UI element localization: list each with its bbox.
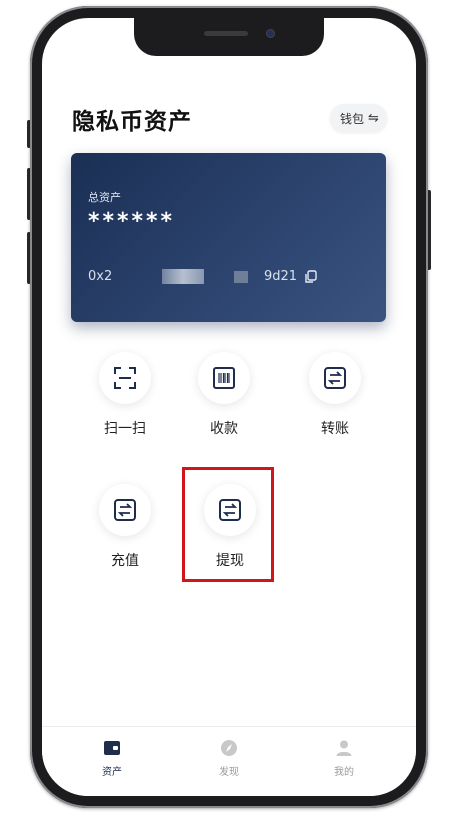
tab-discover[interactable]: 发现 (199, 739, 259, 778)
scan-icon-circle (99, 352, 151, 404)
wallet-address: 0x2 9d21 (88, 269, 328, 287)
receive-icon-circle (198, 352, 250, 404)
copy-icon[interactable] (304, 270, 318, 284)
speaker (204, 31, 248, 36)
top-up-label: 充值 (111, 553, 139, 569)
total-assets-label: 总资产 (88, 191, 121, 204)
address-suffix: 9d21 (264, 269, 298, 284)
tab-discover-label: 发现 (219, 767, 239, 778)
receive-label: 收款 (210, 421, 238, 437)
top-up-icon-circle (99, 484, 151, 536)
compass-icon (221, 740, 237, 756)
tab-assets[interactable]: 资产 (82, 739, 142, 778)
wallet-icon (104, 741, 120, 755)
notch (134, 18, 324, 56)
receive-button[interactable]: 收款 (184, 352, 264, 438)
user-icon (336, 740, 352, 756)
scan-icon (114, 367, 136, 389)
page-title: 隐私币资产 (72, 109, 192, 135)
balance-masked: ****** (88, 209, 176, 234)
asset-card[interactable]: 总资产 ****** 0x2 9d21 (71, 153, 386, 322)
withdraw-highlight-box (182, 467, 274, 582)
address-prefix: 0x2 (88, 269, 113, 284)
tab-mine[interactable]: 我的 (314, 739, 374, 778)
transfer-button[interactable]: 转账 (295, 352, 375, 438)
top-up-button[interactable]: 充值 (85, 484, 165, 570)
scan-button[interactable]: 扫一扫 (85, 352, 165, 438)
transfer-icon (324, 367, 346, 389)
tab-mine-label: 我的 (334, 767, 354, 778)
transfer-icon-circle (309, 352, 361, 404)
barcode-icon (213, 367, 235, 389)
address-redacted-block (234, 271, 248, 283)
scan-label: 扫一扫 (104, 421, 146, 437)
wallet-switch-label: 钱包 (340, 111, 365, 126)
transfer-icon (114, 499, 136, 521)
address-redacted-block (162, 269, 204, 284)
tab-assets-label: 资产 (102, 767, 122, 778)
wallet-switch-button[interactable]: 钱包 ⇋ (330, 104, 387, 132)
phone-screen: 隐私币资产 钱包 ⇋ 总资产 ****** 0x2 9d21 扫一扫 收款 转账… (42, 18, 416, 796)
swap-icon: ⇋ (368, 110, 379, 126)
transfer-label: 转账 (321, 421, 349, 437)
front-camera (266, 29, 275, 38)
bottom-tab-bar: 资产 发现 我的 (42, 726, 416, 796)
